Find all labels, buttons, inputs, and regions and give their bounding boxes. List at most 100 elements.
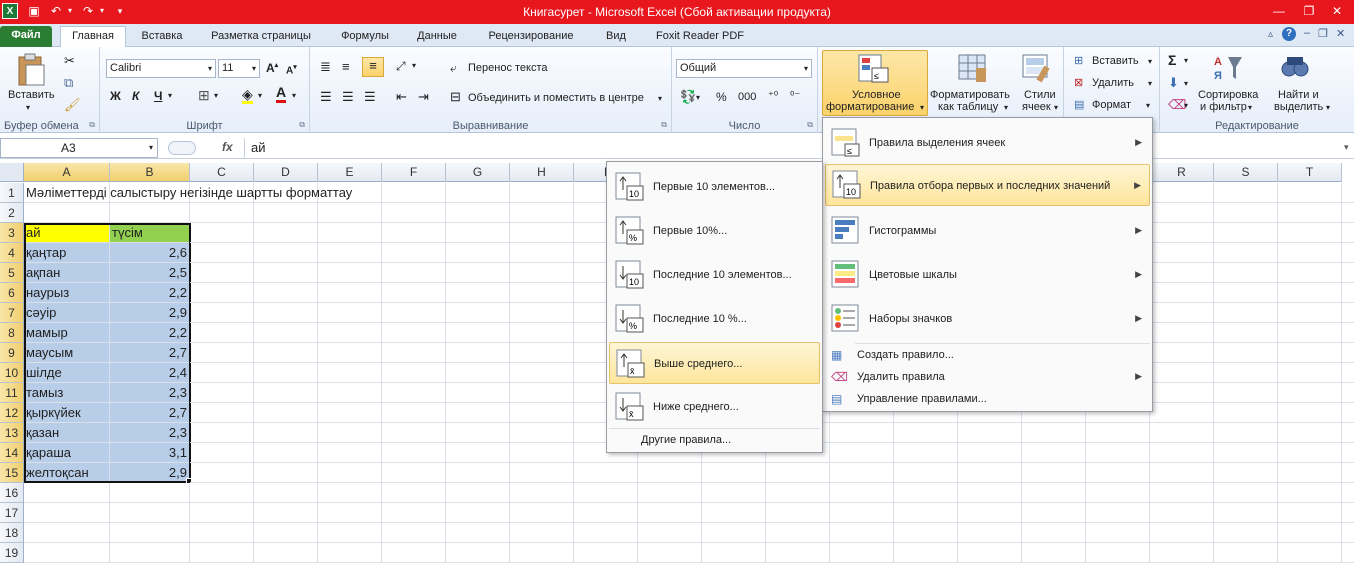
number-format-combo[interactable]: Общий ▾ <box>676 59 812 78</box>
menu-item-data-bars[interactable]: Гистограммы ▶ <box>825 210 1150 252</box>
submenu-item[interactable]: 10 Первые 10 элементов... <box>609 166 820 208</box>
table-data-cell[interactable]: қараша <box>24 443 110 463</box>
format-cells-icon[interactable]: ▤ <box>1074 98 1084 111</box>
alignment-launcher-icon[interactable]: ⧉ <box>661 120 667 130</box>
cell[interactable] <box>24 203 110 223</box>
wb-close-icon[interactable]: ✕ <box>1336 27 1345 40</box>
column-header[interactable]: A <box>24 163 110 182</box>
help-icon[interactable]: ? <box>1282 27 1296 41</box>
format-painter-icon[interactable]: 🖌 <box>64 97 81 113</box>
expand-formula-icon[interactable]: ▾ <box>1344 142 1349 153</box>
row-header[interactable]: 2 <box>0 203 24 223</box>
cell[interactable] <box>24 483 110 503</box>
menu-item-new-rule[interactable]: ▦ Создать правило... <box>825 346 1150 366</box>
column-header[interactable]: D <box>254 163 318 182</box>
fill-handle[interactable] <box>186 478 192 484</box>
table-data-cell[interactable]: қыркүйек <box>24 403 110 423</box>
table-data-cell[interactable]: 2,9 <box>110 303 190 323</box>
cell[interactable] <box>110 483 190 503</box>
table-data-cell[interactable]: 2,2 <box>110 323 190 343</box>
clear-dropdown-icon[interactable]: ▾ <box>1184 101 1188 110</box>
align-left-icon[interactable]: ☰ <box>320 89 332 105</box>
increase-decimal-icon[interactable]: ⁺⁰ <box>768 89 778 102</box>
grow-font-icon[interactable]: A▴ <box>266 61 278 75</box>
cell[interactable] <box>24 503 110 523</box>
row-header[interactable]: 15 <box>0 463 24 483</box>
select-all-corner[interactable] <box>0 163 24 182</box>
column-header[interactable]: H <box>510 163 574 182</box>
cell[interactable] <box>24 523 110 543</box>
column-header[interactable]: F <box>382 163 446 182</box>
table-data-cell[interactable]: қазан <box>24 423 110 443</box>
submenu-item[interactable]: x̄ Выше среднего... <box>609 342 820 384</box>
autosum-icon[interactable]: Σ <box>1168 52 1176 68</box>
font-size-dropdown-icon[interactable]: ▾ <box>252 60 256 77</box>
close-icon[interactable]: ✕ <box>1326 2 1348 20</box>
find-dropdown-icon[interactable]: ▾ <box>1326 103 1330 112</box>
merge-dropdown-icon[interactable]: ▾ <box>658 94 662 103</box>
submenu-item-other-rules[interactable]: Другие правила... <box>609 430 820 450</box>
row-header[interactable]: 8 <box>0 323 24 343</box>
table-data-cell[interactable]: 2,4 <box>110 363 190 383</box>
orientation-icon[interactable]: ⤢ <box>396 59 406 74</box>
submenu-item[interactable]: 10 Последние 10 элементов... <box>609 254 820 296</box>
font-color-dropdown-icon[interactable]: ▾ <box>292 91 296 100</box>
clipboard-launcher-icon[interactable]: ⧉ <box>89 120 95 130</box>
cell[interactable] <box>110 543 190 563</box>
delete-dropdown-icon[interactable]: ▾ <box>1148 79 1152 88</box>
wb-restore-icon[interactable]: ❐ <box>1318 27 1328 40</box>
decrease-indent-icon[interactable]: ⇤ <box>396 89 407 105</box>
decrease-decimal-icon[interactable]: ⁰⁻ <box>790 89 800 102</box>
table-data-cell[interactable]: 2,5 <box>110 263 190 283</box>
menu-item-highlight-rules[interactable]: ≤ Правила выделения ячеек ▶ <box>825 122 1150 164</box>
number-format-dropdown-icon[interactable]: ▾ <box>804 60 808 77</box>
cell[interactable] <box>110 503 190 523</box>
fill-color-icon[interactable]: ◈ <box>242 87 253 104</box>
merge-center-button[interactable]: Объединить и поместить в центре <box>468 92 644 104</box>
format-as-table-icon[interactable] <box>958 54 988 84</box>
table-data-cell[interactable]: 2,9 <box>110 463 190 483</box>
column-header[interactable]: C <box>190 163 254 182</box>
table-data-cell[interactable]: 2,2 <box>110 283 190 303</box>
autosum-dropdown-icon[interactable]: ▾ <box>1184 56 1188 65</box>
delete-cells-icon[interactable]: ⊠ <box>1074 76 1083 89</box>
sort-dropdown-icon[interactable]: ▾ <box>1248 103 1252 112</box>
name-box[interactable]: A3 ▾ <box>0 138 158 158</box>
table-data-cell[interactable]: ақпан <box>24 263 110 283</box>
format-dropdown-icon[interactable]: ▾ <box>1146 101 1150 110</box>
row-header[interactable]: 6 <box>0 283 24 303</box>
insert-function-icon[interactable]: fx <box>222 140 233 154</box>
align-bottom-icon[interactable]: ≡ <box>362 57 384 77</box>
tab-insert[interactable]: Вставка <box>132 27 192 47</box>
shrink-font-icon[interactable]: A▾ <box>286 63 297 76</box>
table-data-cell[interactable]: наурыз <box>24 283 110 303</box>
percent-button[interactable]: % <box>716 90 727 104</box>
sort-filter-icon[interactable]: АЯ <box>1212 53 1244 83</box>
insert-dropdown-icon[interactable]: ▾ <box>1148 57 1152 66</box>
delete-cells-button[interactable]: Удалить <box>1092 77 1134 89</box>
table-data-cell[interactable]: желтоқсан <box>24 463 110 483</box>
submenu-item[interactable]: % Последние 10 %... <box>609 298 820 340</box>
column-header[interactable]: S <box>1214 163 1278 182</box>
tab-data[interactable]: Данные <box>406 27 468 47</box>
table-data-cell[interactable]: 3,1 <box>110 443 190 463</box>
font-name-combo[interactable]: Calibri ▾ <box>106 59 216 78</box>
row-header[interactable]: 10 <box>0 363 24 383</box>
column-header[interactable]: B <box>110 163 190 182</box>
table-data-cell[interactable]: қаңтар <box>24 243 110 263</box>
align-top-icon[interactable]: ≣ <box>320 59 331 75</box>
wrap-text-button[interactable]: Перенос текста <box>468 62 548 74</box>
find-select-icon[interactable] <box>1280 53 1310 83</box>
menu-item-manage-rules[interactable]: ▤ Управление правилами... <box>825 390 1150 410</box>
row-header[interactable]: 7 <box>0 303 24 323</box>
align-right-icon[interactable]: ☰ <box>364 89 376 105</box>
submenu-item[interactable]: % Первые 10%... <box>609 210 820 252</box>
tab-home[interactable]: Главная <box>60 26 126 48</box>
table-data-cell[interactable]: маусым <box>24 343 110 363</box>
submenu-item[interactable]: x̄ Ниже среднего... <box>609 386 820 428</box>
cell[interactable] <box>110 203 190 223</box>
table-data-cell[interactable]: 2,7 <box>110 403 190 423</box>
tab-page-layout[interactable]: Разметка страницы <box>200 27 322 47</box>
styles-dropdown-icon[interactable]: ▾ <box>1054 103 1058 112</box>
font-dropdown-icon[interactable]: ▾ <box>208 60 212 77</box>
